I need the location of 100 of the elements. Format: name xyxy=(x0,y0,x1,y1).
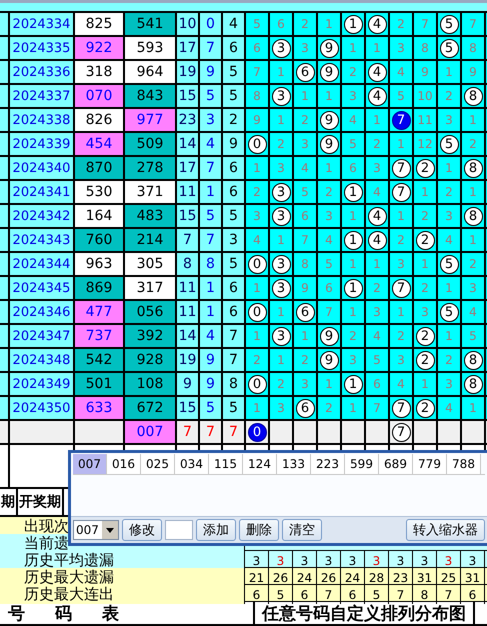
span-cell: 5 xyxy=(200,397,223,419)
span-cell: 1 xyxy=(200,277,223,299)
miss-count: 12 xyxy=(414,133,438,155)
miss-count: 6 xyxy=(366,373,390,395)
sum-cell: 8 xyxy=(177,253,200,275)
miss-count: 2 xyxy=(270,373,294,395)
text-input[interactable] xyxy=(165,520,193,540)
number-ball: 7 xyxy=(392,278,410,298)
number-cell: 454 xyxy=(75,133,125,155)
miss-count: 3 xyxy=(414,301,438,323)
number-ball: 0 xyxy=(248,374,266,394)
sum-cell: 15 xyxy=(177,205,200,227)
number-ball: 3 xyxy=(272,326,290,346)
miss-count: 8 xyxy=(414,37,438,59)
miss-count: 1 xyxy=(390,301,414,323)
miss-count: 3 xyxy=(366,301,390,323)
miss-count: 6 xyxy=(318,277,342,299)
number-chip[interactable]: 133 xyxy=(277,454,311,474)
tail-cell: 7 xyxy=(223,349,246,371)
miss-count: 3 xyxy=(342,85,366,107)
number-ball: 7 xyxy=(392,182,410,202)
number-cell: 164 xyxy=(75,205,125,227)
number-cell: 477 xyxy=(75,301,125,323)
tail-cell: 5 xyxy=(223,85,246,107)
number-cell: 964 xyxy=(125,61,177,83)
number-cell: 826 xyxy=(75,109,125,131)
span-cell: 1 xyxy=(200,181,223,203)
number-chip[interactable]: 016 xyxy=(107,454,141,474)
number-cell: 843 xyxy=(125,85,177,107)
number-ball: 8 xyxy=(464,206,482,226)
number-ball: 3 xyxy=(272,182,290,202)
tail-cell: 6 xyxy=(223,181,246,203)
miss-count: 2 xyxy=(342,325,366,347)
number-cell: 278 xyxy=(125,157,177,179)
miss-count: 1 xyxy=(318,373,342,395)
number-ball: 7 xyxy=(392,398,410,418)
number-ball: 8 xyxy=(464,158,482,178)
miss-count: 1 xyxy=(342,253,366,275)
miss-count: 1 xyxy=(294,85,318,107)
sum-cell: 15 xyxy=(177,397,200,419)
number-cell: 825 xyxy=(75,13,125,35)
miss-count: 6 xyxy=(342,157,366,179)
number-chip[interactable]: 223 xyxy=(311,454,345,474)
miss-count: 1 xyxy=(390,133,414,155)
number-chip[interactable]: 779 xyxy=(413,454,447,474)
sum-cell: 17 xyxy=(177,37,200,59)
number-ball: 6 xyxy=(296,302,314,322)
number-ball: 0 xyxy=(248,254,266,274)
miss-count: 2 xyxy=(294,349,318,371)
number-ball: 7 xyxy=(392,158,410,178)
number-chip[interactable]: 007 xyxy=(73,454,107,474)
number-cell: 869 xyxy=(75,277,125,299)
miss-count: 3 xyxy=(246,205,270,227)
number-chip[interactable]: 788 xyxy=(447,454,481,474)
tail-cell: 4 xyxy=(223,13,246,35)
number-ball: 5 xyxy=(440,134,458,154)
tail-cell: 7 xyxy=(223,325,246,347)
number-dropdown[interactable]: 007 xyxy=(73,520,119,540)
number-chip[interactable]: 124 xyxy=(243,454,277,474)
miss-count: 4 xyxy=(438,397,462,419)
action-button[interactable]: 删除 xyxy=(239,519,279,541)
number-cell: 108 xyxy=(125,373,177,395)
miss-count: 7 xyxy=(462,13,486,35)
sum-cell: 7 xyxy=(177,229,200,251)
column-header: 期 xyxy=(0,489,18,515)
transfer-button[interactable]: 转入缩水器 xyxy=(406,519,485,541)
miss-count: 4 xyxy=(318,229,342,251)
miss-count: 4 xyxy=(366,181,390,203)
number-ball: 9 xyxy=(320,110,338,130)
sum-cell: 7 xyxy=(177,421,200,443)
miss-count: 2 xyxy=(390,325,414,347)
number-chip[interactable]: 689 xyxy=(379,454,413,474)
number-cell: 214 xyxy=(125,229,177,251)
miss-count: 2 xyxy=(246,181,270,203)
tail-cell: 5 xyxy=(223,397,246,419)
span-cell: 9 xyxy=(200,373,223,395)
number-cell: 317 xyxy=(125,277,177,299)
span-cell: 9 xyxy=(200,349,223,371)
tail-cell: 6 xyxy=(223,277,246,299)
stat-value: 8 xyxy=(413,585,437,604)
number-chip[interactable]: 034 xyxy=(175,454,209,474)
action-button[interactable]: 清空 xyxy=(282,519,322,541)
number-ball: 8 xyxy=(464,86,482,106)
number-ball: 5 xyxy=(440,302,458,322)
action-button[interactable]: 修改 xyxy=(122,519,162,541)
miss-count: 3 xyxy=(294,133,318,155)
tail-cell: 6 xyxy=(223,301,246,323)
number-cell: 922 xyxy=(75,37,125,59)
sum-cell: 17 xyxy=(177,157,200,179)
span-cell: 0 xyxy=(200,13,223,35)
number-ball: 1 xyxy=(344,230,362,250)
number-chip[interactable]: 115 xyxy=(209,454,243,474)
miss-count: 8 xyxy=(294,253,318,275)
number-chip[interactable]: 599 xyxy=(345,454,379,474)
miss-count: 1 xyxy=(438,61,462,83)
number-ball: 7 xyxy=(392,422,410,442)
miss-count: 5 xyxy=(390,85,414,107)
action-button[interactable]: 添加 xyxy=(196,519,236,541)
number-ball: 7 xyxy=(392,110,410,130)
number-chip[interactable]: 025 xyxy=(141,454,175,474)
